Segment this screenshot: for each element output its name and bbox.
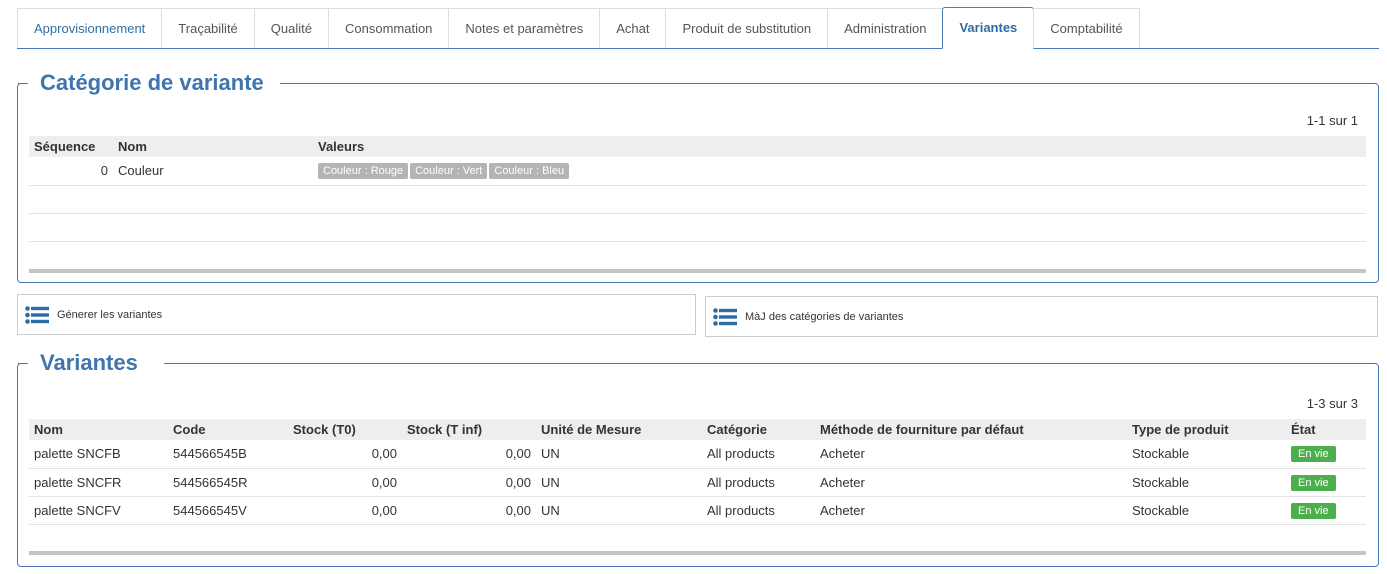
- cell-methode-fourniture: Acheter: [815, 440, 1127, 469]
- value-tag: Couleur : Rouge: [318, 163, 409, 180]
- col-nom[interactable]: Nom: [29, 419, 168, 440]
- cell-categorie: All products: [702, 468, 815, 497]
- tab-tracabilite[interactable]: Traçabilité: [161, 8, 255, 48]
- cell-stock-tinf: 0,00: [402, 440, 536, 469]
- cell-code: 544566545R: [168, 468, 288, 497]
- status-badge: En vie: [1291, 474, 1336, 491]
- col-unite-mesure[interactable]: Unité de Mesure: [536, 419, 702, 440]
- variant-category-section: Catégorie de variante 1-1 sur 1 Séquence…: [17, 68, 1379, 283]
- update-variant-categories-label: MàJ des catégories de variantes: [745, 310, 904, 323]
- cell-etat: En vie: [1286, 468, 1366, 497]
- tab-comptabilite[interactable]: Comptabilité: [1033, 8, 1140, 48]
- tab-produit-substitution[interactable]: Produit de substitution: [665, 8, 829, 48]
- tab-achat[interactable]: Achat: [599, 8, 667, 48]
- tab-consommation[interactable]: Consommation: [327, 8, 450, 48]
- cell-unite-mesure: UN: [536, 468, 702, 497]
- table-row[interactable]: palette SNCFR 544566545R 0,00 0,00 UN Al…: [29, 468, 1366, 497]
- cell-stock-tinf: 0,00: [402, 468, 536, 497]
- cell-methode-fourniture: Acheter: [815, 496, 1127, 525]
- empty-row: [29, 213, 1366, 242]
- col-type-produit[interactable]: Type de produit: [1127, 419, 1286, 440]
- cell-stock-t0: 0,00: [288, 496, 402, 525]
- value-tag: Couleur : Vert: [410, 163, 488, 180]
- empty-row: [29, 241, 1366, 270]
- status-badge: En vie: [1291, 446, 1336, 463]
- cell-type-produit: Stockable: [1127, 468, 1286, 497]
- variant-category-grid: Séquence Nom Valeurs 0 Couleur Couleur :…: [29, 136, 1366, 270]
- cell-type-produit: Stockable: [1127, 440, 1286, 469]
- cell-unite-mesure: UN: [536, 440, 702, 469]
- generate-variants-button[interactable]: Génerer les variantes: [17, 294, 696, 335]
- tab-qualite[interactable]: Qualité: [253, 8, 329, 48]
- empty-row: [29, 185, 1366, 214]
- col-stock-t0[interactable]: Stock (T0): [288, 419, 402, 440]
- cell-nom: palette SNCFV: [29, 496, 168, 525]
- tab-variantes[interactable]: Variantes: [942, 7, 1035, 49]
- col-valeurs[interactable]: Valeurs: [313, 136, 1366, 157]
- variants-grid: Nom Code Stock (T0) Stock (T inf) Unité …: [29, 419, 1366, 553]
- col-code[interactable]: Code: [168, 419, 288, 440]
- update-variant-categories-button[interactable]: MàJ des catégories de variantes: [705, 296, 1378, 337]
- tab-approvisionnement[interactable]: Approvisionnement: [17, 8, 163, 48]
- col-stock-tinf[interactable]: Stock (T inf): [402, 419, 536, 440]
- col-sequence[interactable]: Séquence: [29, 136, 113, 157]
- status-badge: En vie: [1291, 502, 1336, 519]
- generate-variants-label: Génerer les variantes: [57, 308, 163, 321]
- empty-row: [29, 524, 1366, 553]
- cell-nom: palette SNCFR: [29, 468, 168, 497]
- cell-code: 544566545V: [168, 496, 288, 525]
- cell-valeurs: Couleur : Rouge Couleur : Vert Couleur : B…: [313, 157, 1366, 186]
- cell-nom: Couleur: [113, 157, 313, 186]
- cell-code: 544566545B: [168, 440, 288, 469]
- cell-unite-mesure: UN: [536, 496, 702, 525]
- cell-categorie: All products: [702, 440, 815, 469]
- variant-category-title-text: Catégorie de variante: [40, 70, 264, 95]
- tab-administration[interactable]: Administration: [827, 8, 944, 48]
- col-methode-fourniture[interactable]: Méthode de fourniture par défaut: [815, 419, 1127, 440]
- variants-title: Variantes: [18, 348, 164, 378]
- table-row[interactable]: 0 Couleur Couleur : Rouge Couleur : Vert C…: [29, 157, 1366, 186]
- cell-nom: palette SNCFB: [29, 440, 168, 469]
- tab-bar: Approvisionnement Traçabilité Qualité Co…: [17, 7, 1379, 49]
- horizontal-scrollbar[interactable]: [29, 269, 1366, 273]
- col-etat[interactable]: État: [1286, 419, 1366, 440]
- variants-title-text: Variantes: [40, 350, 138, 375]
- tab-notes-parametres[interactable]: Notes et paramètres: [448, 8, 601, 48]
- cell-stock-t0: 0,00: [288, 468, 402, 497]
- variants-pager: 1-3 sur 3: [1306, 396, 1358, 411]
- cell-stock-tinf: 0,00: [402, 496, 536, 525]
- variant-category-title: Catégorie de variante: [18, 68, 280, 98]
- cell-methode-fourniture: Acheter: [815, 468, 1127, 497]
- value-tag: Couleur : Bleu: [489, 163, 570, 180]
- horizontal-scrollbar[interactable]: [29, 551, 1366, 555]
- table-row[interactable]: palette SNCFV 544566545V 0,00 0,00 UN Al…: [29, 496, 1366, 525]
- variants-section: Variantes 1-3 sur 3 Nom Code Stock (T0) …: [17, 348, 1379, 567]
- list-icon: [713, 307, 737, 326]
- cell-stock-t0: 0,00: [288, 440, 402, 469]
- cell-etat: En vie: [1286, 496, 1366, 525]
- cell-sequence: 0: [29, 157, 113, 186]
- col-nom[interactable]: Nom: [113, 136, 313, 157]
- variant-category-pager: 1-1 sur 1: [1306, 113, 1358, 128]
- cell-etat: En vie: [1286, 440, 1366, 469]
- list-icon: [25, 305, 49, 324]
- col-categorie[interactable]: Catégorie: [702, 419, 815, 440]
- cell-type-produit: Stockable: [1127, 496, 1286, 525]
- cell-categorie: All products: [702, 496, 815, 525]
- table-row[interactable]: palette SNCFB 544566545B 0,00 0,00 UN Al…: [29, 440, 1366, 469]
